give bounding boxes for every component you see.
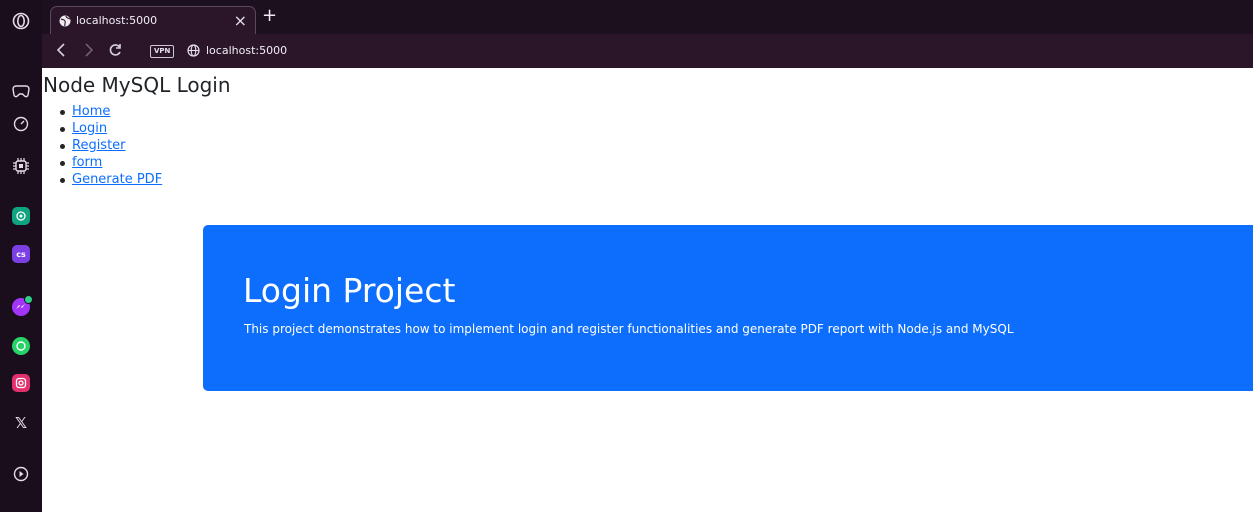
site-info-globe-icon[interactable] [187, 44, 200, 57]
vpn-badge[interactable]: VPN [150, 45, 175, 58]
page-content: Node MySQL Login Home Login Register for… [42, 68, 1253, 512]
notification-dot-icon [24, 295, 33, 304]
chatsonic-icon[interactable]: cs [9, 242, 33, 266]
site-title: Node MySQL Login [43, 73, 231, 97]
nav-list: Home Login Register form Generate PDF [58, 103, 162, 188]
forward-icon[interactable] [84, 42, 94, 62]
instagram-icon[interactable] [9, 371, 33, 395]
ai-chip-icon[interactable] [9, 154, 33, 178]
x-twitter-label: 𝕏 [14, 414, 28, 432]
address-bar: VPN localhost:5000 [42, 34, 1253, 68]
nav-item-home: Home [58, 103, 162, 120]
nav-link-generate-pdf[interactable]: Generate PDF [72, 172, 162, 187]
jumbotron-title: Login Project [243, 271, 456, 310]
nav-item-login: Login [58, 120, 162, 137]
speed-dial-icon[interactable] [9, 112, 33, 136]
nav-item-register: Register [58, 137, 162, 154]
nav-item-generate-pdf: Generate PDF [58, 171, 162, 188]
browser-tab[interactable]: localhost:5000 × [50, 6, 256, 34]
jumbotron: Login Project This project demonstrates … [203, 225, 1253, 391]
x-twitter-icon[interactable]: 𝕏 [9, 411, 33, 435]
nav-link-home[interactable]: Home [72, 104, 110, 119]
tab-title: localhost:5000 [76, 14, 158, 27]
whatsapp-icon[interactable] [9, 334, 33, 358]
back-icon[interactable] [56, 42, 66, 62]
new-tab-button[interactable]: + [262, 7, 277, 25]
nav-link-register[interactable]: Register [72, 138, 126, 153]
opera-logo-icon[interactable] [9, 9, 33, 33]
jumbotron-text: This project demonstrates how to impleme… [244, 322, 1014, 336]
chatgpt-icon[interactable] [9, 204, 33, 228]
gaming-controller-icon[interactable] [9, 79, 33, 103]
messenger-icon[interactable] [9, 295, 33, 319]
browser-sidebar: cs 𝕏 [0, 0, 42, 512]
url-field[interactable]: localhost:5000 [206, 44, 287, 58]
nav-link-login[interactable]: Login [72, 121, 107, 136]
player-icon[interactable] [9, 462, 33, 486]
tab-close-icon[interactable]: × [234, 12, 247, 29]
tab-strip: localhost:5000 × + [42, 0, 1253, 34]
reload-icon[interactable] [108, 42, 122, 62]
globe-favicon-icon [59, 15, 71, 26]
nav-link-form[interactable]: form [72, 155, 102, 170]
nav-item-form: form [58, 154, 162, 171]
